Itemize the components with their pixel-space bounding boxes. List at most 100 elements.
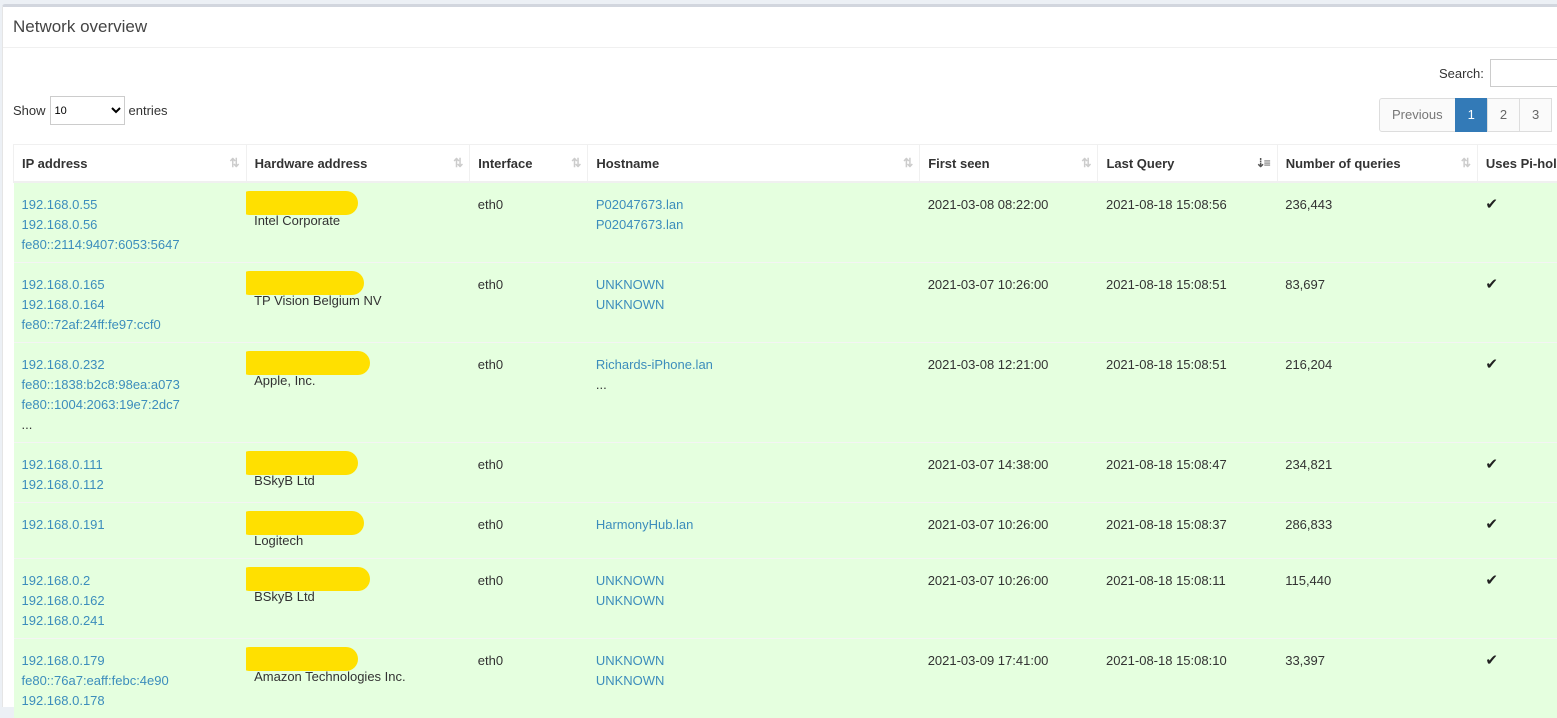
column-header-last-query[interactable]: Last Query⇣≡ xyxy=(1098,145,1277,183)
entries-select[interactable]: 10 xyxy=(50,96,125,125)
page-3-button[interactable]: 3 xyxy=(1519,98,1552,132)
search-input[interactable] xyxy=(1490,59,1557,87)
column-header-number-of-queries[interactable]: Number of queries⇅ xyxy=(1277,145,1477,183)
uses-pihole-cell: ✔ xyxy=(1477,263,1557,343)
ip-address-link[interactable]: 192.168.0.2 xyxy=(22,571,239,591)
hostname-link[interactable]: HarmonyHub.lan xyxy=(596,515,912,535)
entries-length: Show 10 entries xyxy=(13,96,168,125)
last-query-cell: 2021-08-18 15:08:37 xyxy=(1098,503,1277,559)
hostname-link[interactable]: UNKNOWN xyxy=(596,275,912,295)
hostname-link[interactable]: UNKNOWN xyxy=(596,571,912,591)
last-query-cell: 2021-08-18 15:08:10 xyxy=(1098,639,1277,718)
sort-arrows-icon: ⇅ xyxy=(453,156,461,170)
number-of-queries-cell: 115,440 xyxy=(1277,559,1477,639)
table-search: Search: xyxy=(1439,59,1557,87)
hardware-address-cell: BSkyB Ltd xyxy=(246,443,470,503)
pagination: Previous 123 xyxy=(1380,98,1552,132)
number-of-queries-cell: 33,397 xyxy=(1277,639,1477,718)
uses-pihole-cell: ✔ xyxy=(1477,443,1557,503)
column-header-interface[interactable]: Interface⇅ xyxy=(470,145,588,183)
column-header-first-seen[interactable]: First seen ⇅ xyxy=(920,145,1098,183)
ip-address-link[interactable]: fe80::1004:2063:19e7:2dc7 xyxy=(22,395,239,415)
ip-address-link[interactable]: 192.168.0.56 xyxy=(22,215,239,235)
first-seen-cell: 2021-03-09 17:41:00 xyxy=(920,639,1098,718)
vendor-name: BSkyB Ltd xyxy=(254,587,462,607)
hostname-link[interactable]: P02047673.lan xyxy=(596,195,912,215)
previous-page-button[interactable]: Previous xyxy=(1379,98,1456,132)
column-header-hardware-address[interactable]: Hardware address ⇅ xyxy=(246,145,470,183)
hostname-link[interactable]: UNKNOWN xyxy=(596,651,912,671)
ip-address-link[interactable]: 192.168.0.241 xyxy=(22,611,239,631)
hostname-link[interactable]: UNKNOWN xyxy=(596,591,912,611)
table-row: 192.168.0.191Logitecheth0HarmonyHub.lan2… xyxy=(14,503,1557,559)
network-overview-box: Network overview Search: Show 10 entries… xyxy=(2,4,1557,707)
ip-address-link[interactable]: 192.168.0.232 xyxy=(22,355,239,375)
sort-arrows-icon: ⇅ xyxy=(903,156,911,170)
sort-arrows-icon: ⇅ xyxy=(571,156,579,170)
hardware-address-cell: Apple, Inc. xyxy=(246,343,470,443)
ip-address-cell: 192.168.0.232fe80::1838:b2c8:98ea:a073fe… xyxy=(14,343,247,443)
hostname-cell: P02047673.lanP02047673.lan xyxy=(588,182,920,263)
hostname-link[interactable]: UNKNOWN xyxy=(596,295,912,315)
ip-address-cell: 192.168.0.55192.168.0.56fe80::2114:9407:… xyxy=(14,182,247,263)
ip-address-link[interactable]: fe80::72af:24ff:fe97:ccf0 xyxy=(22,315,239,335)
interface-cell: eth0 xyxy=(470,263,588,343)
column-header-label: Hardware address xyxy=(255,156,368,171)
ip-address-link[interactable]: 192.168.0.164 xyxy=(22,295,239,315)
page-1-button[interactable]: 1 xyxy=(1455,98,1488,132)
ip-address-link[interactable]: fe80::2114:9407:6053:5647 xyxy=(22,235,239,255)
search-label: Search: xyxy=(1439,66,1484,81)
hostname-link[interactable]: Richards-iPhone.lan xyxy=(596,355,912,375)
column-header-label: Hostname xyxy=(596,156,659,171)
table-row: 192.168.0.232fe80::1838:b2c8:98ea:a073fe… xyxy=(14,343,1557,443)
number-of-queries-cell: 234,821 xyxy=(1277,443,1477,503)
ip-address-link[interactable]: 192.168.0.191 xyxy=(22,515,239,535)
check-icon: ✔ xyxy=(1485,196,1498,213)
check-icon: ✔ xyxy=(1485,516,1498,533)
vendor-name: Amazon Technologies Inc. xyxy=(254,667,462,687)
ip-address-link[interactable]: fe80::76a7:eaff:febc:4e90 xyxy=(22,671,239,691)
ip-address-link[interactable]: 192.168.0.55 xyxy=(22,195,239,215)
column-header-uses-pi-hole[interactable]: Uses Pi-hole xyxy=(1477,145,1557,183)
uses-pihole-cell: ✔ xyxy=(1477,503,1557,559)
vendor-name: TP Vision Belgium NV xyxy=(254,291,462,311)
page-title: Network overview xyxy=(13,17,147,37)
hostname-cell: HarmonyHub.lan xyxy=(588,503,920,559)
table-row: 192.168.0.55192.168.0.56fe80::2114:9407:… xyxy=(14,182,1557,263)
ip-address-link[interactable]: 192.168.0.165 xyxy=(22,275,239,295)
table-row: 192.168.0.2192.168.0.162192.168.0.241 BSk… xyxy=(14,559,1557,639)
ip-address-cell: 192.168.0.191 xyxy=(14,503,247,559)
hostname-link[interactable]: P02047673.lan xyxy=(596,215,912,235)
column-header-label: First seen xyxy=(928,156,989,171)
ip-address-link[interactable]: 192.168.0.112 xyxy=(22,475,239,495)
table-row: 192.168.0.165192.168.0.164fe80::72af:24f… xyxy=(14,263,1557,343)
ip-address-link[interactable]: 192.168.0.179 xyxy=(22,651,239,671)
last-query-cell: 2021-08-18 15:08:47 xyxy=(1098,443,1277,503)
table-header-row: IP address⇅Hardware address⇅Interface⇅Ho… xyxy=(14,145,1557,183)
number-of-queries-cell: 236,443 xyxy=(1277,182,1477,263)
number-of-queries-cell: 83,697 xyxy=(1277,263,1477,343)
interface-cell: eth0 xyxy=(470,343,588,443)
ip-address-cell: 192.168.0.165192.168.0.164fe80::72af:24f… xyxy=(14,263,247,343)
ip-address-cell: 192.168.0.111192.168.0.112 xyxy=(14,443,247,503)
column-header-label: IP address xyxy=(22,156,88,171)
ip-address-link[interactable]: 192.168.0.178 xyxy=(22,691,239,711)
sort-arrows-icon: ⇅ xyxy=(1081,156,1089,170)
first-seen-cell: 2021-03-07 10:26:00 xyxy=(920,503,1098,559)
ip-address-link[interactable]: 192.168.0.162 xyxy=(22,591,239,611)
check-icon: ✔ xyxy=(1485,276,1498,293)
hardware-address-cell: BSkyB Ltd xyxy=(246,559,470,639)
number-of-queries-cell: 216,204 xyxy=(1277,343,1477,443)
last-query-cell: 2021-08-18 15:08:51 xyxy=(1098,263,1277,343)
ip-address-link[interactable]: 192.168.0.111 xyxy=(22,455,239,475)
uses-pihole-cell: ✔ xyxy=(1477,182,1557,263)
column-header-hostname[interactable]: Hostname ⇅ xyxy=(588,145,920,183)
column-header-ip-address[interactable]: IP address⇅ xyxy=(14,145,247,183)
ip-more-indicator: ... xyxy=(22,415,239,435)
page-2-button[interactable]: 2 xyxy=(1487,98,1520,132)
interface-cell: eth0 xyxy=(470,443,588,503)
uses-pihole-cell: ✔ xyxy=(1477,559,1557,639)
network-table: IP address⇅Hardware address⇅Interface⇅Ho… xyxy=(13,144,1557,718)
hostname-link[interactable]: UNKNOWN xyxy=(596,671,912,691)
ip-address-link[interactable]: fe80::1838:b2c8:98ea:a073 xyxy=(22,375,239,395)
